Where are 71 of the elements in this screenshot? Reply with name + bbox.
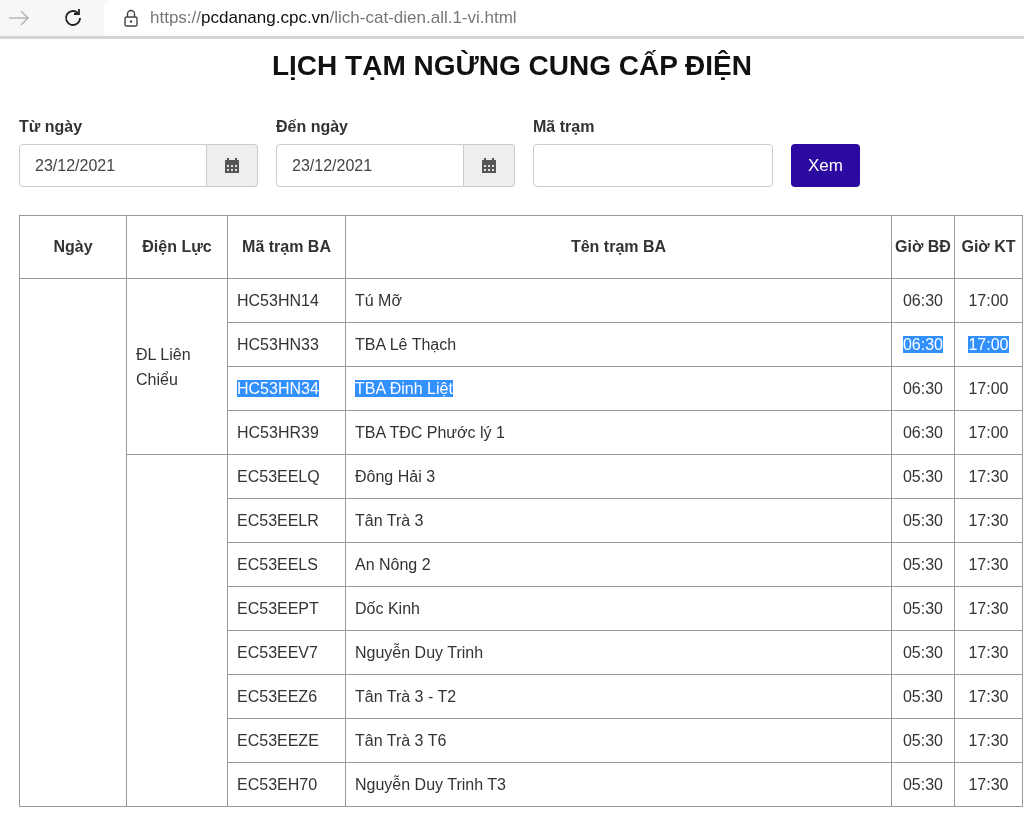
lock-icon[interactable]	[124, 9, 138, 27]
end-time-cell: 17:00	[968, 335, 1009, 353]
start-time-cell: 05:30	[902, 775, 943, 793]
end-time-cell: 17:30	[968, 643, 1009, 661]
station-code-cell: EC53EELR	[237, 511, 319, 529]
end-time-cell: 17:30	[968, 511, 1009, 529]
station-name-cell: An Nông 2	[355, 555, 431, 573]
column-header: Điện Lực	[126, 215, 228, 279]
column-header: Giờ BĐ	[891, 215, 955, 279]
start-time-cell: 05:30	[902, 687, 943, 705]
end-time-cell: 17:00	[968, 291, 1009, 309]
url-text: https://pcdanang.cpc.vn/lich-cat-dien.all.1-vi.html	[150, 8, 517, 28]
start-time-cell: 06:30	[902, 291, 943, 309]
station-code-cell: HC53HN33	[237, 335, 319, 353]
start-time-cell: 06:30	[902, 335, 943, 353]
end-time-cell: 17:30	[968, 687, 1009, 705]
column-header: Mã trạm BA	[227, 215, 346, 279]
station-name-cell: TBA TĐC Phước lý 1	[355, 423, 505, 441]
station-name-cell: Tân Trà 3 - T2	[355, 687, 457, 705]
station-name-cell: Tân Trà 3	[355, 511, 424, 529]
date-field[interactable]: 23/12/2021	[276, 144, 464, 187]
station-code-cell: EC53EEV7	[237, 643, 318, 661]
calendar-icon	[224, 157, 240, 174]
start-time-cell: 05:30	[902, 643, 943, 661]
column-header: Giờ KT	[954, 215, 1023, 279]
district-text: ĐL Liên Chiểu	[136, 344, 192, 390]
station-code-cell: EC53EELS	[237, 555, 318, 573]
station-name-cell: Tân Trà 3 T6	[355, 731, 447, 749]
station-code-field[interactable]	[533, 144, 773, 187]
reload-icon[interactable]	[62, 7, 84, 29]
start-time-cell: 05:30	[902, 555, 943, 573]
calendar-button[interactable]	[464, 144, 515, 187]
end-time-cell: 17:00	[968, 379, 1009, 397]
column-header: Tên trạm BA	[345, 215, 892, 279]
field-label: Mã trạm	[533, 118, 596, 136]
station-name-cell: Dốc Kinh	[355, 599, 420, 617]
station-name-cell: TBA Đinh Liệt	[355, 379, 453, 397]
station-name-cell: TBA Lê Thạch	[355, 335, 457, 353]
station-code-cell: HC53HN34	[237, 379, 319, 397]
end-time-cell: 17:30	[968, 555, 1009, 573]
end-time-cell: 17:00	[968, 423, 1009, 441]
station-code-cell: EC53EEZ6	[237, 687, 318, 705]
station-name-cell: Tú Mỡ	[355, 291, 402, 309]
address-bar[interactable]: https://pcdanang.cpc.vn/lich-cat-dien.all.1-vi.html	[104, 0, 1024, 36]
start-time-cell: 06:30	[902, 423, 943, 441]
station-code-cell: HC53HN14	[237, 291, 319, 309]
start-time-cell: 05:30	[902, 467, 943, 485]
station-name-cell: Đông Hải 3	[355, 467, 436, 485]
station-name-cell: Nguyễn Duy Trinh T3	[355, 775, 506, 793]
station-code-cell: HC53HR39	[237, 423, 319, 441]
station-name-cell: Nguyễn Duy Trinh	[355, 643, 484, 661]
start-time-cell: 05:30	[902, 731, 943, 749]
end-time-cell: 17:30	[968, 467, 1009, 485]
date-field[interactable]: 23/12/2021	[19, 144, 207, 187]
view-button[interactable]: Xem	[791, 144, 860, 187]
station-code-cell: EC53EEZE	[237, 731, 319, 749]
end-time-cell: 17:30	[968, 775, 1009, 793]
start-time-cell: 06:30	[902, 379, 943, 397]
end-time-cell: 17:30	[968, 599, 1009, 617]
calendar-button[interactable]	[207, 144, 258, 187]
station-code-cell: EC53EEPT	[237, 599, 319, 617]
station-code-cell: EC53EELQ	[237, 467, 320, 485]
page-title: LỊCH TẠM NGỪNG CUNG CẤP ĐIỆN	[270, 49, 753, 83]
field-label: Đến ngày	[276, 118, 349, 136]
end-time-cell: 17:30	[968, 731, 1009, 749]
start-time-cell: 05:30	[902, 511, 943, 529]
start-time-cell: 05:30	[902, 599, 943, 617]
column-header: Ngày	[19, 215, 127, 279]
field-label: Từ ngày	[19, 118, 84, 136]
calendar-icon	[481, 157, 497, 174]
station-code-cell: EC53EH70	[237, 775, 318, 793]
